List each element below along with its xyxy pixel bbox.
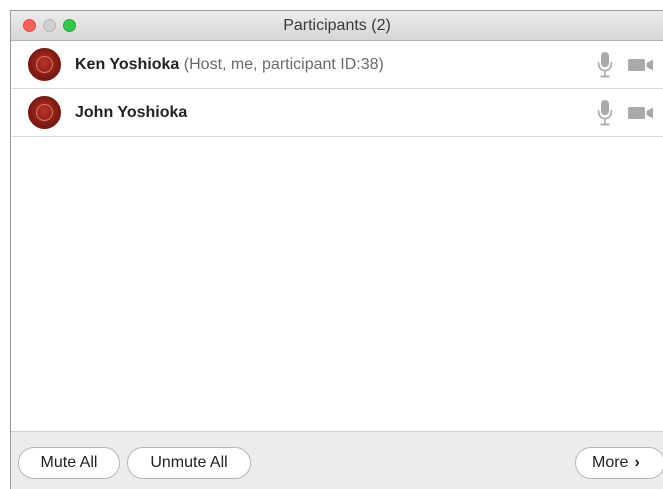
- participant-row[interactable]: John Yoshioka: [11, 89, 663, 137]
- participant-name-line: John Yoshioka: [75, 104, 187, 122]
- participants-window: Participants (2) Ken Yoshioka (Host, me,…: [10, 10, 663, 489]
- video-camera-icon[interactable]: [627, 105, 655, 121]
- participant-name-line: Ken Yoshioka (Host, me, participant ID:3…: [75, 56, 384, 74]
- microphone-icon[interactable]: [597, 99, 613, 127]
- microphone-icon[interactable]: [597, 51, 613, 79]
- participant-name: Ken Yoshioka: [75, 56, 180, 73]
- avatar: [28, 48, 61, 81]
- chevron-right-icon: ›: [634, 454, 640, 471]
- footer-toolbar: Mute All Unmute All More ›: [11, 431, 663, 489]
- more-label: More: [592, 454, 629, 471]
- participant-list: Ken Yoshioka (Host, me, participant ID:3…: [11, 41, 663, 137]
- participant-row[interactable]: Ken Yoshioka (Host, me, participant ID:3…: [11, 41, 663, 89]
- video-camera-icon[interactable]: [627, 57, 655, 73]
- participant-name: John Yoshioka: [75, 104, 188, 121]
- title-bar[interactable]: Participants (2): [11, 11, 663, 41]
- mute-all-button[interactable]: Mute All: [18, 447, 120, 479]
- window-title: Participants (2): [283, 17, 391, 34]
- unmute-all-button[interactable]: Unmute All: [127, 447, 251, 479]
- participant-meta: (Host, me, participant ID:38): [183, 56, 384, 73]
- avatar: [28, 96, 61, 129]
- more-button[interactable]: More ›: [575, 447, 663, 479]
